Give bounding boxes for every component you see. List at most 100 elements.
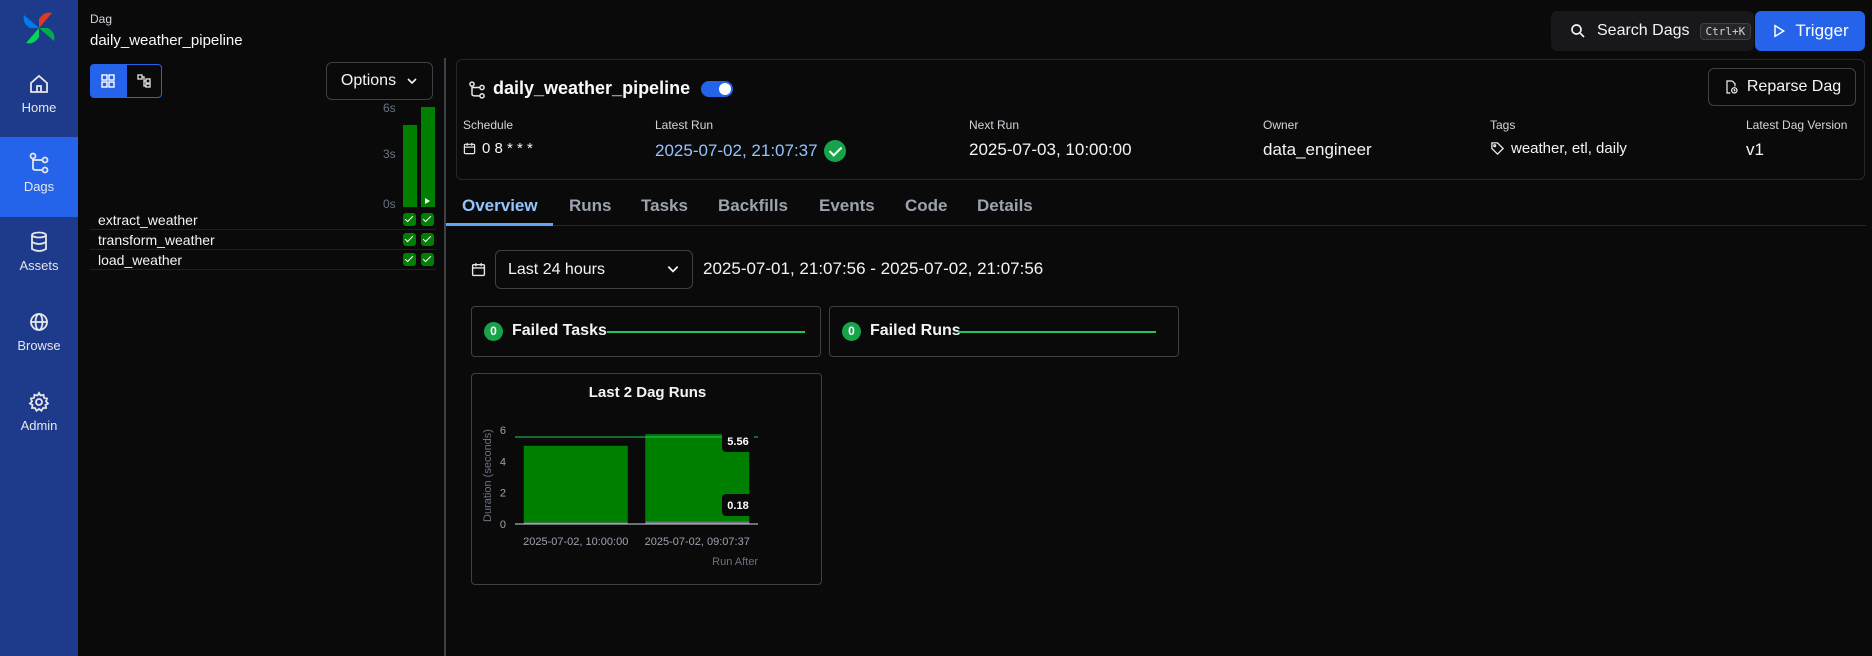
x-tick-label: 2025-07-02, 09:07:37: [645, 536, 750, 548]
failed-tasks-sparkline: [607, 331, 805, 333]
graph-icon: [137, 74, 151, 88]
chevron-down-icon: [667, 266, 679, 273]
tab-backfills[interactable]: Backfills: [718, 196, 788, 216]
task-row[interactable]: extract_weather: [90, 210, 436, 230]
breadcrumb-section[interactable]: Dag: [90, 12, 112, 26]
dag-runs-chart: 0 2 4 6 Duration (seconds) 2025-07-02, 10:00:…: [482, 425, 758, 568]
search-dags-label: Search Dags: [1597, 22, 1690, 39]
options-label: Options: [340, 72, 397, 89]
time-range-value: Last 24 hours: [508, 260, 605, 278]
search-shortcut: Ctrl+K: [1699, 22, 1752, 40]
options-button[interactable]: Options: [326, 62, 433, 100]
nav-browse-label: Browse: [17, 338, 61, 353]
schedule-cron: 0 8 * * *: [482, 140, 533, 157]
dag-title: daily_weather_pipeline: [493, 78, 691, 98]
task-row[interactable]: load_weather: [90, 250, 436, 270]
failed-runs-count: 0: [842, 322, 861, 341]
y-tick-label: 4: [500, 456, 506, 468]
database-icon: [31, 231, 47, 252]
nav-browse[interactable]: Browse: [0, 296, 78, 376]
meta-schedule: Schedule 0 8 * * *: [463, 118, 533, 157]
view-toggle: [90, 64, 162, 98]
dag-icon: [469, 81, 485, 99]
task-instance-success[interactable]: [403, 233, 416, 246]
home-icon: [30, 74, 48, 93]
globe-icon: [30, 313, 48, 331]
calendar-icon: [471, 263, 486, 277]
search-dags-button[interactable]: Search Dags Ctrl+K: [1551, 11, 1754, 51]
tab-code[interactable]: Code: [905, 196, 948, 216]
tab-details[interactable]: Details: [977, 196, 1033, 216]
task-instance-success[interactable]: [403, 213, 416, 226]
meta-schedule-value: 0 8 * * *: [463, 140, 533, 157]
meta-schedule-key: Schedule: [463, 118, 514, 132]
meta-latest-run-key: Latest Run: [655, 118, 714, 132]
task-instance-success[interactable]: [403, 253, 416, 266]
graph-view-button[interactable]: [126, 64, 162, 98]
success-status-icon: [823, 140, 846, 162]
airflow-logo-icon[interactable]: [20, 9, 58, 47]
trigger-button[interactable]: Trigger: [1755, 11, 1865, 51]
task-instance-success[interactable]: [421, 213, 434, 226]
task-name: load_weather: [98, 252, 183, 268]
meta-next-run-value: 2025-07-03, 10:00:00: [969, 140, 1132, 159]
grid-y-tick: 0s: [383, 197, 396, 211]
reparse-dag-button[interactable]: Reparse Dag: [1708, 68, 1856, 106]
run-duration-bar[interactable]: [403, 125, 417, 207]
reparse-dag-label: Reparse Dag: [1746, 78, 1842, 95]
play-icon: [1774, 24, 1786, 38]
x-tick-label: 2025-07-02, 10:00:00: [523, 536, 628, 548]
run-duration-bar-selected[interactable]: [421, 107, 435, 207]
active-tab-indicator: [446, 223, 553, 226]
x-axis-label: Run After: [712, 556, 758, 568]
duration-bar: [523, 445, 628, 523]
grid-view-button[interactable]: [90, 64, 126, 98]
y-axis-label: Duration (seconds): [482, 429, 494, 522]
task-name: extract_weather: [98, 212, 198, 228]
task-instance-success[interactable]: [421, 233, 434, 246]
tab-runs[interactable]: Runs: [569, 196, 612, 216]
nav-dags[interactable]: Dags: [0, 137, 78, 217]
data-label: 0.18: [727, 500, 748, 512]
nav-assets[interactable]: Assets: [0, 216, 78, 296]
task-name: transform_weather: [98, 232, 215, 248]
manual-run-icon: [425, 198, 430, 204]
y-tick-label: 0: [500, 519, 506, 531]
search-icon: [1571, 24, 1585, 38]
meta-next-run-key: Next Run: [969, 118, 1020, 132]
time-range-text: 2025-07-01, 21:07:56 - 2025-07-02, 21:07…: [703, 259, 1044, 278]
dag-tabs: Overview Runs Tasks Backfills Events Cod…: [446, 185, 1866, 226]
breadcrumb-dag-id: daily_weather_pipeline: [90, 32, 243, 49]
meta-version: Latest Dag Version v1: [1746, 118, 1847, 160]
pause-toggle[interactable]: [701, 81, 733, 97]
calendar-icon: [463, 142, 476, 155]
failed-tasks-card[interactable]: 0 Failed Tasks: [471, 306, 821, 357]
nav-home-label: Home: [21, 100, 57, 115]
latest-run-link[interactable]: 2025-07-02, 21:07:37: [655, 141, 818, 161]
nav-home[interactable]: Home: [0, 58, 78, 138]
time-range-select[interactable]: Last 24 hours: [495, 250, 693, 289]
nav-admin[interactable]: Admin: [0, 376, 78, 456]
meta-tags: Tags weather, etl, daily: [1490, 118, 1627, 157]
meta-tags-key: Tags: [1490, 118, 1516, 132]
failed-tasks-label: Failed Tasks: [512, 322, 607, 339]
task-row[interactable]: transform_weather: [90, 230, 436, 250]
grid-y-tick: 6s: [383, 101, 396, 115]
panel-resize-handle[interactable]: [444, 58, 446, 656]
failed-runs-sparkline: [958, 331, 1156, 333]
meta-owner-key: Owner: [1263, 118, 1299, 132]
tab-tasks[interactable]: Tasks: [641, 196, 688, 216]
tab-events[interactable]: Events: [819, 196, 875, 216]
task-instance-success[interactable]: [421, 253, 434, 266]
left-nav: Home Dags Assets Browse Admin: [0, 0, 78, 656]
app: Home Dags Assets Browse Admin Dag daily_…: [0, 0, 1872, 656]
failed-runs-label: Failed Runs: [870, 322, 961, 339]
meta-version-key: Latest Dag Version: [1746, 118, 1848, 132]
tab-overview[interactable]: Overview: [462, 196, 538, 216]
dag-header-card: daily_weather_pipeline Reparse Dag Sched…: [456, 59, 1865, 180]
meta-version-value: v1: [1746, 140, 1764, 159]
failed-runs-card[interactable]: 0 Failed Runs: [829, 306, 1179, 357]
gear-icon: [28, 391, 50, 412]
data-label: 5.56: [727, 436, 748, 448]
tags-list: weather, etl, daily: [1511, 140, 1627, 157]
